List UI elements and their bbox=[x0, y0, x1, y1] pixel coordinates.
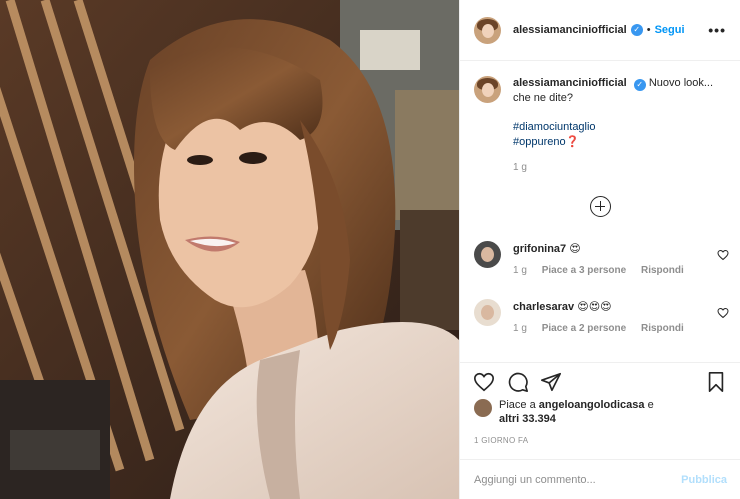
likes-summary: Piace a angeloangolodicasa e altri 33.39… bbox=[474, 398, 654, 426]
publish-button[interactable]: Pubblica bbox=[681, 474, 727, 486]
post-caption: alessiamanciniofficial ✓ Nuovo look... c… bbox=[474, 76, 729, 175]
avatar-face bbox=[482, 23, 494, 38]
share-paper-plane-icon[interactable] bbox=[540, 371, 562, 393]
comment-item: grifonina7 😍 1 g Piace a 3 persone Rispo… bbox=[474, 241, 729, 276]
post-sidebar: alessiamanciniofficial ✓ • Segui ••• ale… bbox=[459, 0, 740, 499]
likes-prefix: Piace a bbox=[499, 399, 536, 411]
commenter-avatar[interactable] bbox=[474, 241, 501, 268]
liker-username[interactable]: angeloangolodicasa bbox=[539, 399, 645, 411]
comment-body: grifonina7 😍 1 g Piace a 3 persone Rispo… bbox=[513, 241, 696, 276]
verified-badge-icon: ✓ bbox=[633, 79, 646, 91]
comment-bubble-icon[interactable] bbox=[507, 371, 529, 393]
commenter-username[interactable]: charlesarav bbox=[513, 301, 574, 313]
comment-text: 😍😍😍 bbox=[577, 301, 612, 313]
comment-time[interactable]: 1 g bbox=[513, 265, 527, 276]
comment-meta: 1 g Piace a 3 persone Rispondi bbox=[513, 265, 696, 276]
liker-avatar[interactable] bbox=[474, 399, 492, 417]
comment-like-heart-icon[interactable] bbox=[717, 307, 729, 319]
comment-item: charlesarav 😍😍😍 1 g Piace a 2 persone Ri… bbox=[474, 299, 729, 334]
verified-badge-icon: ✓ bbox=[630, 24, 643, 36]
caption-username[interactable]: alessiamanciniofficial bbox=[513, 77, 627, 89]
reply-button[interactable]: Rispondi bbox=[641, 323, 684, 334]
likes-others-link[interactable]: altri 33.394 bbox=[499, 413, 556, 425]
comment-text: 😍 bbox=[569, 243, 581, 255]
follow-button[interactable]: Segui bbox=[655, 24, 685, 36]
author-avatar[interactable] bbox=[474, 16, 501, 44]
add-comment-bar: Aggiungi un commento... Pubblica bbox=[460, 459, 740, 499]
commenter-avatar[interactable] bbox=[474, 299, 501, 326]
selfie-image bbox=[0, 0, 459, 499]
hashtag-link[interactable]: #diamociuntaglio bbox=[513, 120, 729, 135]
avatar-face bbox=[482, 83, 494, 97]
hashtag-text[interactable]: #oppureno bbox=[513, 136, 566, 148]
load-more-comments-icon[interactable] bbox=[590, 196, 611, 217]
comment-like-heart-icon[interactable] bbox=[717, 249, 729, 261]
separator-dot: • bbox=[646, 24, 651, 36]
reply-button[interactable]: Rispondi bbox=[641, 265, 684, 276]
avatar-face bbox=[481, 305, 494, 320]
comment-body: charlesarav 😍😍😍 1 g Piace a 2 persone Ri… bbox=[513, 299, 696, 334]
comment-meta: 1 g Piace a 2 persone Rispondi bbox=[513, 323, 696, 334]
like-heart-icon[interactable] bbox=[473, 371, 495, 393]
save-bookmark-icon[interactable] bbox=[705, 371, 727, 393]
action-bar bbox=[460, 362, 740, 402]
more-options-icon[interactable]: ••• bbox=[708, 22, 726, 38]
likes-text: Piace a angeloangolodicasa e altri 33.39… bbox=[499, 398, 654, 426]
commenter-username[interactable]: grifonina7 bbox=[513, 243, 566, 255]
question-mark-emoji: ❓ bbox=[565, 136, 580, 148]
avatar-face bbox=[481, 247, 494, 262]
caption-time[interactable]: 1 g bbox=[513, 160, 729, 175]
caption-avatar[interactable] bbox=[474, 76, 501, 103]
post-photo[interactable] bbox=[0, 0, 459, 499]
comment-likes-link[interactable]: Piace a 3 persone bbox=[542, 265, 627, 276]
post-header: alessiamanciniofficial ✓ • Segui bbox=[460, 0, 740, 61]
comment-likes-link[interactable]: Piace a 2 persone bbox=[542, 323, 627, 334]
caption-text-block: alessiamanciniofficial ✓ Nuovo look... c… bbox=[513, 76, 729, 175]
post-date[interactable]: 1 GIORNO FA bbox=[474, 436, 528, 445]
instagram-post: alessiamanciniofficial ✓ • Segui ••• ale… bbox=[0, 0, 740, 499]
comment-time[interactable]: 1 g bbox=[513, 323, 527, 334]
comment-input[interactable]: Aggiungi un commento... bbox=[474, 474, 681, 486]
hashtag-link[interactable]: #oppureno❓ bbox=[513, 135, 729, 150]
likes-middle: e bbox=[647, 399, 654, 411]
author-username[interactable]: alessiamanciniofficial bbox=[513, 24, 627, 36]
